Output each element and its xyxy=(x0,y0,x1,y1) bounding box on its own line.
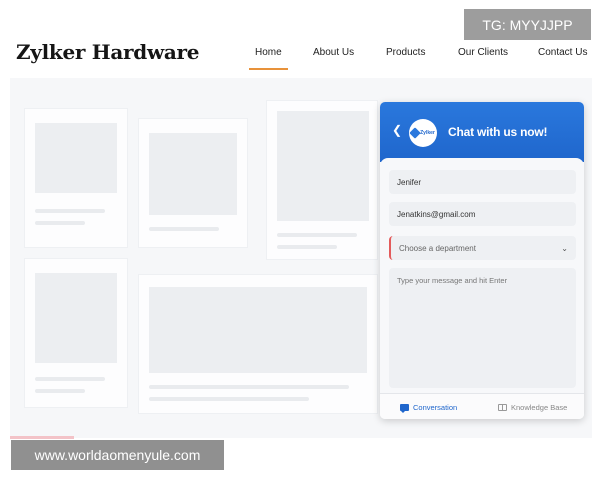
image-placeholder xyxy=(35,123,117,193)
content-card xyxy=(24,258,128,408)
zylker-logo: Zylker xyxy=(409,119,437,147)
name-field[interactable]: Jenifer xyxy=(389,170,576,194)
image-placeholder xyxy=(277,111,369,221)
image-placeholder xyxy=(35,273,117,363)
watermark-bottom: www.worldaomenyule.com xyxy=(11,440,224,470)
chevron-down-icon: ⌄ xyxy=(561,243,568,253)
text-placeholder xyxy=(35,377,105,381)
department-select-label: Choose a department xyxy=(399,243,476,253)
main-nav: Home About Us Products Our Clients Conta… xyxy=(0,47,600,73)
text-placeholder xyxy=(35,209,105,213)
content-card xyxy=(138,118,248,248)
text-placeholder xyxy=(149,385,349,389)
text-placeholder xyxy=(35,389,85,393)
chevron-left-icon[interactable]: ❮ xyxy=(392,124,402,136)
nav-home[interactable]: Home xyxy=(249,47,288,70)
text-placeholder xyxy=(35,221,85,225)
text-placeholder xyxy=(277,245,337,249)
nav-contact-us[interactable]: Contact Us xyxy=(538,47,587,58)
chat-title: Chat with us now! xyxy=(448,125,548,139)
chat-form: Jenifer Jenatkins@gmail.com Choose a dep… xyxy=(380,158,584,419)
content-card xyxy=(266,100,378,260)
text-placeholder xyxy=(149,397,309,401)
content-card xyxy=(138,274,378,414)
chat-header: ❮ Zylker Chat with us now! xyxy=(380,102,584,162)
text-placeholder xyxy=(277,233,357,237)
image-placeholder xyxy=(149,133,237,215)
nav-about-us[interactable]: About Us xyxy=(313,47,354,58)
text-placeholder xyxy=(149,227,219,231)
email-field[interactable]: Jenatkins@gmail.com xyxy=(389,202,576,226)
chat-bubble-icon xyxy=(400,404,409,413)
book-icon xyxy=(498,404,507,411)
chat-widget: ❮ Zylker Chat with us now! Jenifer Jenat… xyxy=(380,102,584,419)
nav-our-clients[interactable]: Our Clients xyxy=(458,47,508,58)
tab-knowledge-base[interactable]: Knowledge Base xyxy=(498,403,567,412)
department-select[interactable]: Choose a department ⌄ xyxy=(389,236,576,260)
tab-conversation-label: Conversation xyxy=(413,403,458,412)
watermark-top: TG: MYYJJPP xyxy=(464,9,591,40)
logo-gem-icon xyxy=(409,127,421,139)
message-input[interactable]: Type your message and hit Enter xyxy=(389,268,576,388)
tab-knowledge-base-label: Knowledge Base xyxy=(511,403,568,412)
accent-strip xyxy=(10,436,74,439)
nav-products[interactable]: Products xyxy=(386,47,425,58)
chat-footer-tabs: Conversation Knowledge Base xyxy=(380,393,584,419)
image-placeholder xyxy=(149,287,367,373)
content-card xyxy=(24,108,128,248)
tab-conversation[interactable]: Conversation xyxy=(400,403,458,413)
logo-text: Zylker xyxy=(420,130,435,136)
